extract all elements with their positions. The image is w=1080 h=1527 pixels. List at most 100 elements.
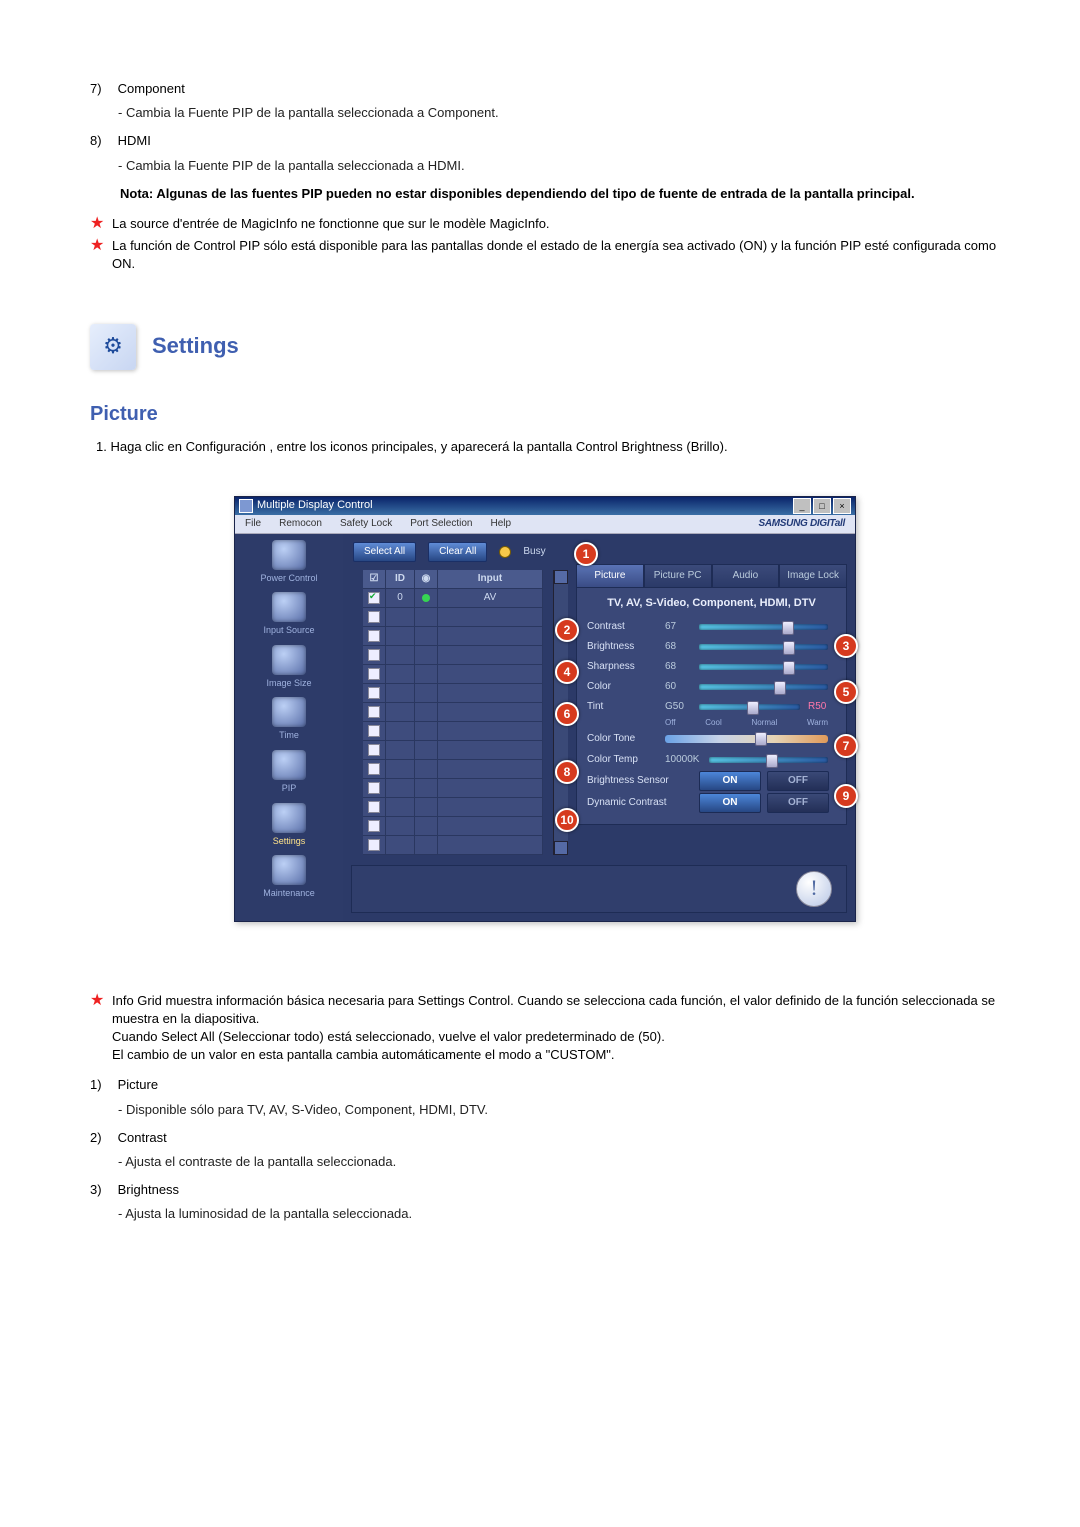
slider-handle[interactable]: [766, 754, 778, 768]
sidebar-item-power[interactable]: Power Control: [239, 540, 339, 585]
brsensor-on-button[interactable]: ON: [699, 771, 761, 791]
picture-desc-text: Haga clic en Configuración , entre los i…: [110, 439, 727, 454]
minimize-button[interactable]: _: [793, 498, 811, 514]
slider-label: Color: [587, 680, 665, 694]
row-checkbox[interactable]: [368, 839, 380, 851]
slider-color-temp[interactable]: Color Temp 10000K: [587, 750, 836, 770]
row-checkbox[interactable]: [368, 820, 380, 832]
row-checkbox[interactable]: [368, 744, 380, 756]
table-row-empty: [363, 722, 543, 741]
power-icon: [272, 540, 306, 570]
slider-handle[interactable]: [782, 621, 794, 635]
sidebar-label: PIP: [239, 782, 339, 795]
brsensor-off-button[interactable]: OFF: [767, 771, 829, 791]
sidebar-item-settings[interactable]: Settings: [239, 803, 339, 848]
tab-image-lock[interactable]: Image Lock: [779, 564, 847, 587]
row-checkbox[interactable]: [368, 687, 380, 699]
slider-color[interactable]: Color 60: [587, 677, 836, 697]
sidebar-label: Time: [239, 729, 339, 742]
list-num: 1): [90, 1076, 114, 1094]
select-all-button[interactable]: Select All: [353, 542, 416, 562]
settings-heading: Settings: [152, 331, 239, 362]
row-checkbox[interactable]: [368, 611, 380, 623]
row-checkbox[interactable]: [368, 630, 380, 642]
slider-label: Contrast: [587, 620, 665, 634]
sidebar-item-time[interactable]: Time: [239, 697, 339, 742]
table-row-empty: [363, 817, 543, 836]
slider-brightness[interactable]: Brightness 68: [587, 637, 836, 657]
row-checkbox[interactable]: [368, 706, 380, 718]
slider-value: 68: [665, 640, 699, 654]
row-checkbox[interactable]: [368, 801, 380, 813]
slider-tint[interactable]: Tint G50 R50: [587, 697, 836, 717]
list-num: 3): [90, 1181, 114, 1199]
app-window: Multiple Display Control _ □ × File Remo…: [234, 496, 856, 922]
menu-file[interactable]: File: [245, 517, 261, 531]
menu-help[interactable]: Help: [490, 517, 511, 531]
clear-all-button[interactable]: Clear All: [428, 542, 487, 562]
picture-panel: TV, AV, S-Video, Component, HDMI, DTV 2 …: [576, 587, 847, 826]
slider-handle[interactable]: [755, 732, 767, 746]
tab-picture-pc[interactable]: Picture PC: [644, 564, 712, 587]
slider-contrast[interactable]: Contrast 67: [587, 617, 836, 637]
sidebar-item-input[interactable]: Input Source: [239, 592, 339, 637]
list-num: 7): [90, 80, 114, 98]
cell-id: 0: [386, 589, 415, 607]
list-sub-a1: - Disponible sólo para TV, AV, S-Video, …: [118, 1101, 1000, 1119]
star-note-3: ★ Info Grid muestra información básica n…: [90, 992, 1000, 1065]
sidebar-item-pip[interactable]: PIP: [239, 750, 339, 795]
list-num: 8): [90, 132, 114, 150]
list-item-7: 7) Component: [90, 80, 1000, 98]
dyncontrast-on-button[interactable]: ON: [699, 793, 761, 813]
tone-normal: Normal: [751, 717, 777, 728]
slider-label: Color Tone: [587, 732, 665, 746]
callout-marker-8: 8: [555, 760, 579, 784]
maximize-button[interactable]: □: [813, 498, 831, 514]
slider-color-tone[interactable]: Color Tone: [587, 728, 836, 750]
row-checkbox[interactable]: [368, 668, 380, 680]
row-checkbox[interactable]: [368, 649, 380, 661]
row-checkbox[interactable]: [368, 763, 380, 775]
slider-sharpness[interactable]: Sharpness 68: [587, 657, 836, 677]
table-row-empty: [363, 684, 543, 703]
tint-r: R50: [808, 700, 836, 714]
tab-picture[interactable]: Picture: [576, 564, 644, 587]
settings-icon: [272, 803, 306, 833]
titlebar[interactable]: Multiple Display Control _ □ ×: [235, 497, 855, 515]
sidebar-label: Power Control: [239, 572, 339, 585]
slider-handle[interactable]: [783, 641, 795, 655]
list-item-a2: 2) Contrast: [90, 1129, 1000, 1147]
table-row-empty: [363, 760, 543, 779]
slider-label: Brightness: [587, 640, 665, 654]
scroll-down-icon[interactable]: [554, 841, 568, 855]
slider-handle[interactable]: [774, 681, 786, 695]
callout-marker-1: 1: [574, 542, 598, 566]
row-checkbox[interactable]: [368, 725, 380, 737]
info-icon[interactable]: !: [796, 871, 832, 907]
tab-audio[interactable]: Audio: [712, 564, 780, 587]
sidebar-item-image[interactable]: Image Size: [239, 645, 339, 690]
list-sub-a2: - Ajusta el contraste de la pantalla sel…: [118, 1153, 1000, 1171]
note-text: Nota: Algunas de las fuentes PIP pueden …: [120, 185, 1000, 203]
dyncontrast-off-button[interactable]: OFF: [767, 793, 829, 813]
slider-handle[interactable]: [747, 701, 759, 715]
sidebar-item-maintenance[interactable]: Maintenance: [239, 855, 339, 900]
menu-safety[interactable]: Safety Lock: [340, 517, 392, 531]
scroll-up-icon[interactable]: [554, 570, 568, 584]
input-icon: [272, 592, 306, 622]
row-label: Dynamic Contrast: [587, 796, 699, 810]
callout-marker-9: 9: [834, 784, 858, 808]
menu-remocon[interactable]: Remocon: [279, 517, 322, 531]
sidebar-label: Settings: [239, 835, 339, 848]
close-button[interactable]: ×: [833, 498, 851, 514]
menu-port[interactable]: Port Selection: [410, 517, 472, 531]
tone-off: Off: [665, 717, 676, 728]
slider-value: 10000K: [665, 753, 709, 767]
slider-value: 67: [665, 620, 699, 634]
table-row[interactable]: 0 AV: [363, 589, 543, 608]
row-checkbox[interactable]: [368, 782, 380, 794]
time-icon: [272, 697, 306, 727]
menubar: File Remocon Safety Lock Port Selection …: [235, 515, 855, 534]
slider-handle[interactable]: [783, 661, 795, 675]
row-checkbox[interactable]: [368, 592, 380, 604]
